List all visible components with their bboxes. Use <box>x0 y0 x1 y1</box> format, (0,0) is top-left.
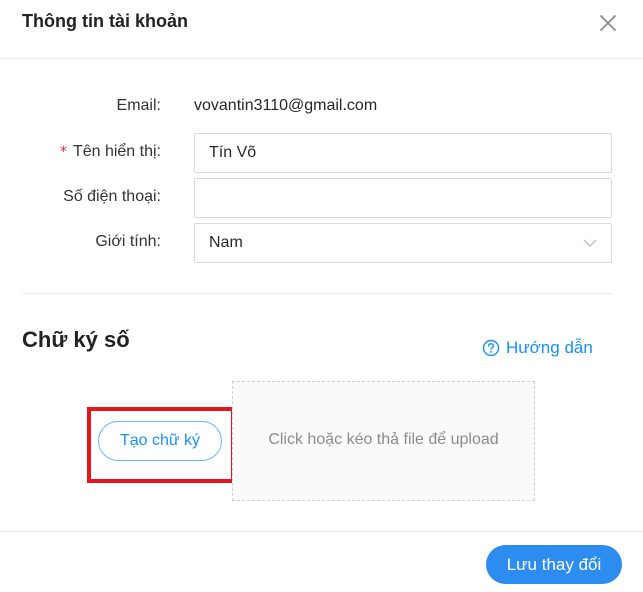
email-row: Email: vovantin3110@gmail.com <box>0 96 643 120</box>
phone-input[interactable] <box>194 178 612 218</box>
modal-title: Thông tin tài khoản <box>22 11 188 31</box>
close-icon <box>600 15 616 31</box>
label-colon: : <box>156 188 161 205</box>
footer-divider <box>0 531 643 532</box>
phone-label: Số điện thoại: <box>63 188 161 206</box>
label-colon: : <box>156 143 161 160</box>
upload-dropzone[interactable]: Click hoặc kéo thả file để upload <box>232 381 535 501</box>
email-value: vovantin3110@gmail.com <box>194 97 378 114</box>
phone-row: Số điện thoại: <box>0 178 643 218</box>
save-changes-button[interactable]: Lưu thay đổi <box>486 545 622 584</box>
upload-hint: Click hoặc kéo thả file để upload <box>268 431 499 448</box>
signature-section-title: Chữ ký số <box>22 327 130 352</box>
chevron-down-icon <box>583 239 597 247</box>
close-button[interactable] <box>597 12 619 34</box>
guide-link[interactable]: Hướng dẫn <box>482 337 593 359</box>
required-mark: * <box>59 144 67 160</box>
display-name-label: * Tên hiển thị: <box>60 143 161 161</box>
modal-header: Thông tin tài khoản <box>0 0 643 59</box>
display-name-input[interactable]: Tín Võ <box>194 133 612 173</box>
gender-row: Giới tính: Nam <box>0 223 643 263</box>
gender-label: Giới tính: <box>95 233 161 251</box>
section-divider <box>22 293 612 294</box>
email-label: Email: <box>117 97 161 115</box>
gender-label-text: Giới tính <box>95 233 157 250</box>
create-signature-button[interactable]: Tạo chữ ký <box>98 421 222 461</box>
guide-link-label: Hướng dẫn <box>506 338 593 357</box>
account-info-modal: Thông tin tài khoản Email: vovantin3110@… <box>0 0 643 592</box>
display-name-row: * Tên hiển thị: Tín Võ <box>0 133 643 173</box>
email-label-text: Email <box>116 97 157 114</box>
gender-select[interactable]: Nam <box>194 223 612 263</box>
question-circle-icon <box>482 339 500 357</box>
label-colon: : <box>156 97 161 114</box>
label-colon: : <box>156 233 161 250</box>
display-name-label-text: Tên hiển thị <box>72 143 157 160</box>
gender-selected-value: Nam <box>209 234 243 251</box>
phone-label-text: Số điện thoại <box>63 188 157 205</box>
